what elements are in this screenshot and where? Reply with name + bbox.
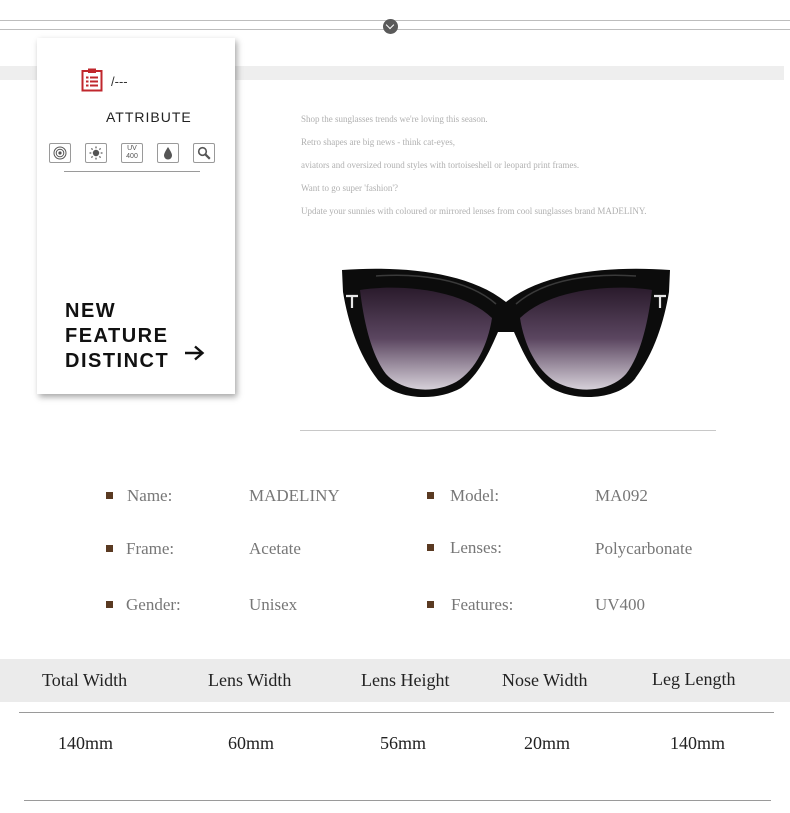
sunglasses-image (342, 268, 670, 398)
spec-bullet (106, 492, 113, 499)
image-divider (300, 430, 716, 431)
spec-bullet (427, 492, 434, 499)
card-title: ATTRIBUTE (106, 109, 192, 125)
uv-label-top: UV (127, 145, 137, 152)
feature-line-3: DISTINCT (65, 350, 170, 372)
intro-text: Shop the sunglasses trends we're loving … (301, 113, 761, 228)
spec-gender-value: Unisex (249, 595, 298, 614)
size-value-leg-length: 140mm (670, 733, 726, 753)
spec-frame-value: Acetate (249, 539, 301, 558)
size-value-nose-width: 20mm (524, 733, 571, 753)
size-header-leg-length: Leg Length (652, 669, 736, 689)
clipboard-icon (81, 68, 103, 92)
target-icon (49, 143, 71, 163)
spec-name-label: Name: (127, 486, 173, 505)
intro-line: Want to go super 'fashion'? (301, 183, 398, 193)
intro-line: Update your sunnies with coloured or mir… (301, 206, 647, 216)
spec-frame-label: Frame: (126, 539, 175, 558)
feature-heading: NEW FEATURE DISTINCT (65, 299, 169, 374)
size-header-lens-width: Lens Width (208, 670, 292, 690)
scroll-down-icon[interactable] (383, 19, 398, 34)
spec-model-value: MA092 (595, 486, 648, 505)
intro-line: Shop the sunglasses trends we're loving … (301, 114, 488, 124)
attribute-card: /--- ATTRIBUTE UV 400 NEW FEATURE DISTIN… (37, 38, 235, 394)
card-divider (64, 171, 200, 172)
intro-line: Retro shapes are big news - think cat-ey… (301, 137, 455, 147)
spec-bullet (427, 601, 434, 608)
spec-bullet (106, 601, 113, 608)
size-table-bottom-rule (24, 800, 771, 801)
magnifier-icon (193, 143, 215, 163)
size-header-nose-width: Nose Width (502, 670, 588, 690)
spec-lenses-label: Lenses: (450, 538, 502, 557)
spec-model-label: Model: (450, 486, 500, 505)
spec-lenses-value: Polycarbonate (595, 539, 693, 558)
spec-bullet (427, 544, 434, 551)
size-value-lens-width: 60mm (228, 733, 275, 753)
size-value-total-width: 140mm (58, 733, 114, 753)
spec-name-value: MADELINY (249, 486, 340, 505)
spec-features-value: UV400 (595, 595, 646, 614)
attribute-icons: UV 400 (49, 143, 215, 163)
size-header-total-width: Total Width (42, 670, 128, 690)
feature-line-2: FEATURE (65, 325, 169, 347)
sun-icon (85, 143, 107, 163)
intro-line: aviators and oversized round styles with… (301, 160, 580, 170)
feature-line-1: NEW (65, 300, 117, 322)
card-dash: /--- (111, 74, 128, 89)
spec-features-label: Features: (451, 595, 514, 614)
spec-bullet (106, 545, 113, 552)
uv400-icon: UV 400 (121, 143, 143, 163)
arrow-right-icon[interactable] (184, 345, 206, 361)
size-value-lens-height: 56mm (380, 733, 427, 753)
size-table-divider (19, 712, 774, 713)
uv-label-bottom: 400 (126, 153, 138, 160)
top-decorative-strip (0, 0, 790, 40)
water-drop-icon (157, 143, 179, 163)
size-header-lens-height: Lens Height (361, 670, 450, 690)
spec-gender-label: Gender: (126, 595, 181, 614)
